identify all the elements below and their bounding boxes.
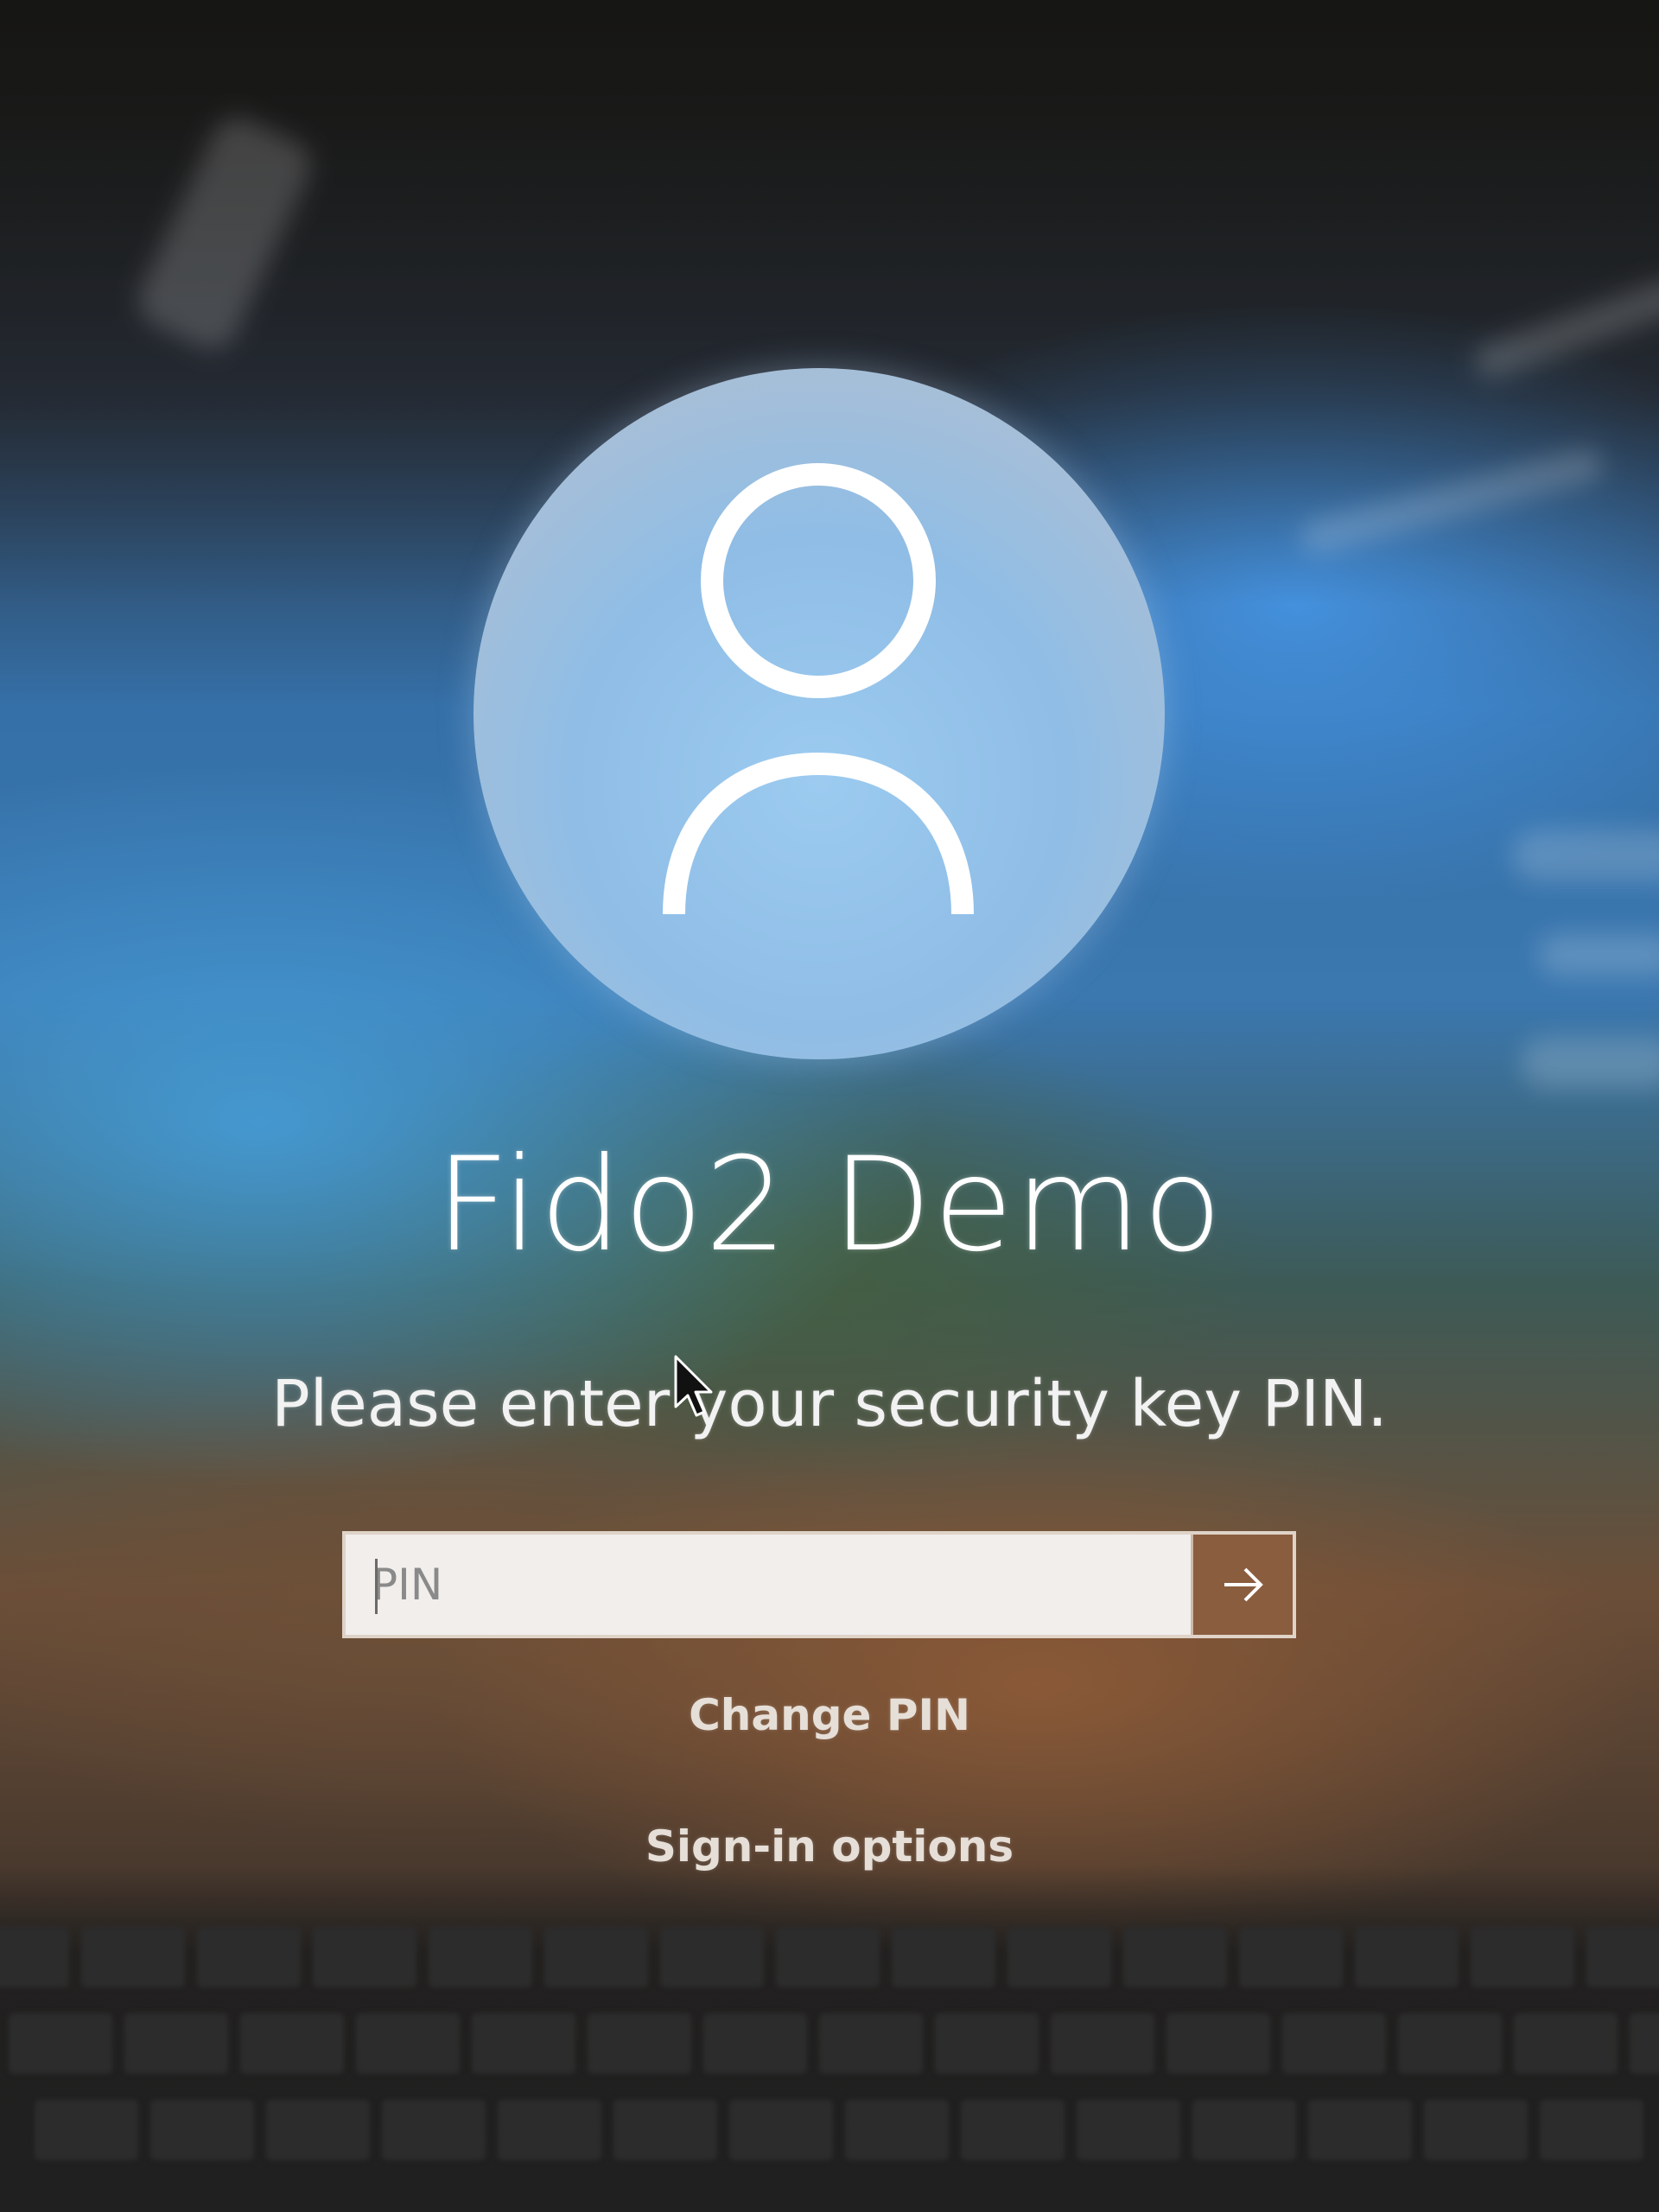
pin-input[interactable] — [346, 1535, 1191, 1635]
pin-field-container — [342, 1531, 1296, 1638]
keyboard-row — [35, 2100, 1643, 2160]
keyboard-reflection — [0, 1866, 1659, 2212]
arrow-right-icon — [1224, 1567, 1263, 1602]
lock-screen: Fido2 Demo Please enter your security ke… — [0, 0, 1659, 2212]
mouse-pointer-icon — [674, 1355, 713, 1417]
sign-in-options-row: Sign-in options — [0, 1816, 1659, 1877]
keyboard-row — [0, 1927, 1659, 1987]
account-name: Fido2 Demo — [435, 1130, 1224, 1281]
background-reflection — [1538, 933, 1659, 976]
background-reflection — [1521, 1037, 1659, 1089]
user-silhouette-icon — [663, 463, 974, 915]
submit-button[interactable] — [1191, 1535, 1293, 1635]
pin-prompt: Please enter your security key PIN. — [271, 1367, 1388, 1441]
sign-in-options-link[interactable]: Sign-in options — [645, 1821, 1014, 1872]
avatar — [474, 368, 1165, 1059]
change-pin-link[interactable]: Change PIN — [689, 1690, 970, 1740]
change-pin-row: Change PIN — [0, 1685, 1659, 1745]
background-reflection — [1512, 830, 1659, 881]
keyboard-row — [9, 2013, 1659, 2074]
text-caret — [375, 1559, 378, 1614]
